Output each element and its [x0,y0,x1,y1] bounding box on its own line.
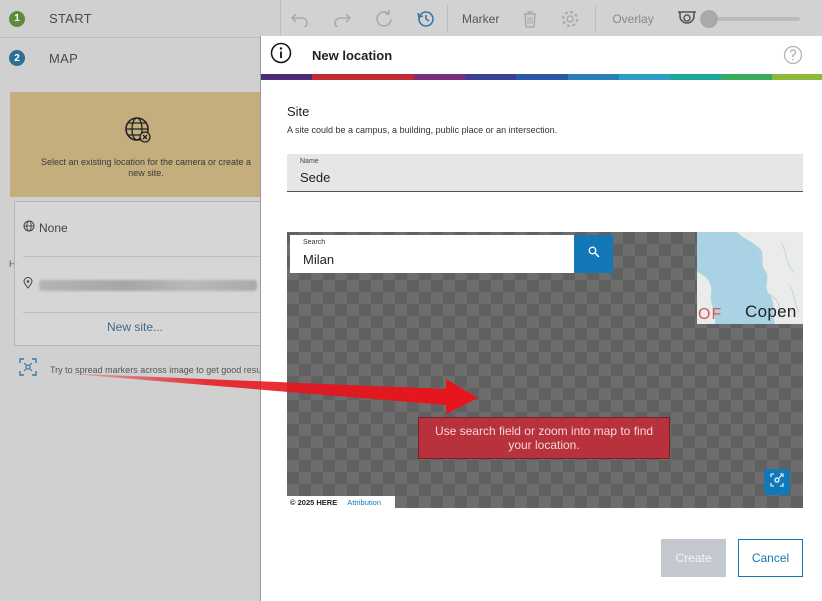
map-copyright: © 2025 HERE [290,497,338,507]
step-start[interactable]: 1 START [0,0,262,38]
brand-stripe-segment [312,74,364,80]
brand-stripe-segment [516,74,568,80]
camera-icon[interactable] [676,8,698,30]
location-option-none[interactable]: None [23,220,68,235]
location-option-label: None [39,220,68,235]
brand-stripe-segment [261,74,313,80]
location-card: Select an existing location for the came… [10,92,262,197]
map-footer: © 2025 HERE Attribution [287,496,395,508]
dialog-title: New location [312,47,393,63]
toolbar-divider [447,5,448,33]
name-input[interactable] [300,170,780,185]
name-field-label: Name [300,158,319,165]
name-field[interactable]: Name [287,154,803,192]
location-card-text: Select an existing location for the came… [40,157,252,178]
marker-label[interactable]: Marker [462,12,499,26]
brand-stripe [261,74,822,80]
overlay-label[interactable]: Overlay [612,12,653,26]
step-number: 1 [9,10,25,27]
redo-icon[interactable] [331,8,353,30]
new-site-link[interactable]: New site... [15,320,255,334]
brand-stripe-segment [771,74,822,80]
step-label: START [49,11,92,26]
site-description: A site could be a campus, a building, pu… [287,125,558,135]
spread-markers-icon [18,357,38,382]
spread-markers-hint: Try to spread markers across image to ge… [18,357,273,382]
trash-icon[interactable] [519,8,541,30]
map-locate-button[interactable] [764,469,790,495]
dialog-header: New location [261,36,822,74]
step-number: 2 [9,50,25,66]
toolbar-divider [595,5,597,33]
gear-icon[interactable] [559,8,581,30]
overlay-slider-knob[interactable] [699,10,718,28]
map-search-label: Search [303,239,326,246]
redacted-address [39,279,257,291]
spread-markers-hint-text: Try to spread markers across image to ge… [50,364,273,375]
brand-stripe-segment [414,74,466,80]
globe-x-icon [124,116,152,149]
step-map[interactable]: 2 MAP [0,39,262,77]
help-icon[interactable] [783,45,803,70]
list-divider [23,256,259,257]
step-label: MAP [49,50,79,66]
brand-stripe-segment [363,74,415,80]
minimap-city-label: Copen [745,302,797,321]
history-icon[interactable] [415,8,437,30]
minimap-region-label: OF [698,306,723,323]
globe-icon [23,220,35,235]
pin-icon [23,276,33,294]
map-search-field[interactable]: Search [290,235,574,273]
brand-stripe-segment [567,74,619,80]
map-search-button[interactable] [574,235,613,273]
info-icon [270,42,292,69]
overlay-slider[interactable] [699,10,800,28]
map-view[interactable]: Search OF Copen Use search field or zoom… [287,232,803,508]
list-divider [23,312,259,313]
brand-stripe-segment [618,74,670,80]
locate-icon [770,472,784,492]
cancel-button[interactable]: Cancel [738,539,803,577]
brand-stripe-segment [669,74,721,80]
location-list: None New site... [14,201,262,346]
undo-icon[interactable] [289,8,311,30]
map-tip: Use search field or zoom into map to fin… [418,417,670,459]
toolbar: Marker Overlay [280,0,822,38]
reset-icon[interactable] [373,8,395,30]
map-search-input[interactable] [303,252,563,267]
search-icon [588,245,600,263]
brand-stripe-segment [720,74,772,80]
new-location-dialog: New location Site A site could be a camp… [260,36,822,601]
create-button[interactable]: Create [661,539,726,577]
brand-stripe-segment [465,74,517,80]
overview-minimap[interactable]: OF Copen [697,232,803,324]
location-option-address[interactable] [23,276,257,294]
map-attribution-link[interactable]: Attribution [347,498,381,507]
site-heading: Site [287,104,310,119]
